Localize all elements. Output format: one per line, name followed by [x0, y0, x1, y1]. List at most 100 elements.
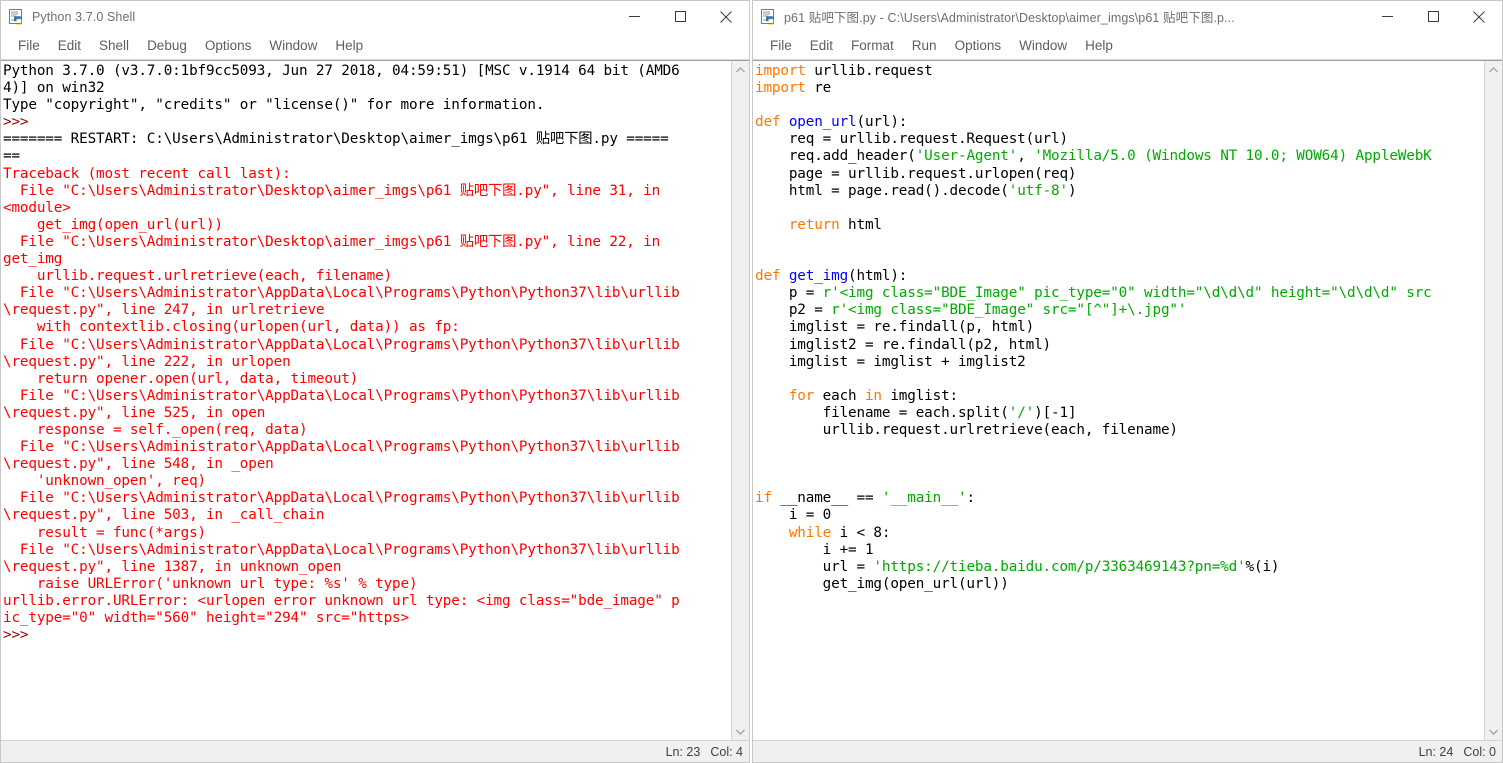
close-icon[interactable] [1456, 1, 1502, 32]
code-token: 'Mozilla/5.0 (Windows NT 10.0; WOW64) Ap… [1034, 148, 1432, 165]
code-token: html [839, 216, 882, 233]
editor-code-line [755, 371, 1484, 388]
shell-text-run: \request.py", line 222, in urlopen [3, 353, 291, 370]
editor-code-line: for each in imglist: [755, 388, 1484, 405]
shell-output-line: ic_type="0" width="560" height="294" src… [3, 610, 731, 627]
shell-text-run: result = func(*args) [3, 524, 206, 541]
shell-text-run: get_img [3, 251, 63, 268]
editor-code-line: return html [755, 217, 1484, 234]
shell-col-indicator: Col: 4 [710, 744, 743, 759]
close-icon[interactable] [703, 1, 749, 32]
shell-text-run: == [3, 148, 20, 165]
scroll-track[interactable] [1485, 78, 1502, 723]
editor-code-line: imglist = re.findall(p, html) [755, 319, 1484, 336]
shell-output-line: \request.py", line 503, in _call_chain [3, 507, 731, 524]
shell-output-line: return opener.open(url, data, timeout) [3, 371, 731, 388]
shell-vertical-scrollbar[interactable] [731, 61, 749, 740]
scroll-thumb[interactable] [732, 78, 749, 723]
maximize-icon[interactable] [1410, 1, 1456, 32]
menu-window[interactable]: Window [260, 36, 326, 56]
menu-format[interactable]: Format [842, 36, 903, 56]
scroll-up-icon[interactable] [732, 61, 749, 78]
shell-window-title: Python 3.7.0 Shell [32, 9, 136, 24]
editor-code-line: def get_img(html): [755, 268, 1484, 285]
editor-vertical-scrollbar[interactable] [1484, 61, 1502, 740]
menu-run[interactable]: Run [903, 36, 946, 56]
editor-code-line: get_img(open_url(url)) [755, 576, 1484, 593]
menu-window[interactable]: Window [1010, 36, 1076, 56]
python-idle-icon [9, 8, 25, 25]
menu-debug[interactable]: Debug [138, 36, 196, 56]
python-shell-window[interactable]: Python 3.7.0 Shell File Edit Shell Debug… [0, 0, 750, 763]
editor-code-line: html = page.read().decode('utf-8') [755, 183, 1484, 200]
code-token: while [788, 524, 832, 541]
editor-code-line [755, 473, 1484, 490]
menu-shell[interactable]: Shell [90, 36, 138, 56]
scroll-up-icon[interactable] [1485, 61, 1502, 78]
code-token: 'User-Agent' [915, 148, 1018, 165]
menu-file[interactable]: File [761, 36, 801, 56]
shell-output-line: File "C:\Users\Administrator\AppData\Loc… [3, 542, 731, 559]
editor-code-line: url = 'https://tieba.baidu.com/p/3363469… [755, 559, 1484, 576]
code-token: ) [1067, 182, 1077, 199]
code-token: imglist = imglist + imglist2 [755, 353, 1026, 370]
code-token: (url): [856, 114, 908, 131]
code-token: '/' [1008, 404, 1035, 421]
editor-statusbar: Ln: 24 Col: 0 [753, 740, 1502, 762]
code-token: p = [755, 285, 823, 302]
menu-file[interactable]: File [9, 36, 49, 56]
editor-code-line: while i < 8: [755, 525, 1484, 542]
shell-titlebar[interactable]: Python 3.7.0 Shell [1, 1, 749, 33]
shell-output-area[interactable]: Python 3.7.0 (v3.7.0:1bf9cc5093, Jun 27 … [1, 61, 731, 740]
code-token: url = [755, 558, 874, 575]
scroll-down-icon[interactable] [732, 723, 749, 740]
code-token: imglist2 = re.findall(p2, html) [755, 336, 1052, 353]
editor-code-line: imglist = imglist + imglist2 [755, 354, 1484, 371]
shell-output-line: File "C:\Users\Administrator\AppData\Loc… [3, 337, 731, 354]
shell-text-run: return opener.open(url, data, timeout) [3, 370, 359, 387]
scroll-thumb[interactable] [1485, 78, 1502, 723]
shell-text-run: 4)] on win32 [3, 80, 105, 97]
editor-code-area[interactable]: import urllib.request import re def open_u… [753, 61, 1484, 740]
code-token: open_url [788, 114, 857, 131]
menu-help[interactable]: Help [1076, 36, 1122, 56]
python-idle-icon [761, 8, 777, 25]
scroll-down-icon[interactable] [1485, 723, 1502, 740]
shell-text-run: \request.py", line 503, in _call_chain [3, 507, 325, 524]
editor-code-line: filename = each.split('/')[-1] [755, 405, 1484, 422]
menu-edit[interactable]: Edit [801, 36, 842, 56]
editor-menubar[interactable]: File Edit Format Run Options Window Help [753, 33, 1502, 60]
shell-text-run: File "C:\Users\Administrator\Desktop\aim… [3, 182, 661, 199]
shell-statusbar: Ln: 23 Col: 4 [1, 740, 749, 762]
shell-text-run: <module> [3, 199, 71, 216]
editor-titlebar[interactable]: p61 贴吧下图.py - C:\Users\Administrator\Des… [753, 1, 1502, 33]
shell-text-run: File "C:\Users\Administrator\AppData\Loc… [3, 336, 680, 353]
minimize-icon[interactable] [611, 1, 657, 32]
python-editor-window[interactable]: p61 贴吧下图.py - C:\Users\Administrator\Des… [752, 0, 1503, 763]
menu-options[interactable]: Options [196, 36, 261, 56]
shell-text-run: File "C:\Users\Administrator\AppData\Loc… [3, 439, 680, 456]
minimize-icon[interactable] [1364, 1, 1410, 32]
shell-menubar[interactable]: File Edit Shell Debug Options Window Hel… [1, 33, 749, 60]
desktop: Python 3.7.0 Shell File Edit Shell Debug… [0, 0, 1503, 763]
menu-help[interactable]: Help [326, 36, 372, 56]
shell-window-controls [611, 1, 749, 32]
maximize-icon[interactable] [657, 1, 703, 32]
menu-options[interactable]: Options [946, 36, 1011, 56]
shell-output-line: ======= RESTART: C:\Users\Administrator\… [3, 131, 731, 148]
editor-code-line: import re [755, 80, 1484, 97]
scroll-track[interactable] [732, 78, 749, 723]
editor-code-line: i = 0 [755, 507, 1484, 524]
menu-edit[interactable]: Edit [49, 36, 90, 56]
shell-output-line: \request.py", line 525, in open [3, 405, 731, 422]
code-token: html = page.read().decode( [755, 182, 1009, 199]
shell-text-run: >>> [3, 627, 29, 644]
shell-text-run: \request.py", line 525, in open [3, 404, 266, 421]
code-token: import [755, 80, 806, 97]
code-token: get_img(open_url(url)) [755, 575, 1009, 592]
code-token: __name__ == [771, 490, 882, 507]
shell-output-line: \request.py", line 548, in _open [3, 456, 731, 473]
shell-output-line: 'unknown_open', req) [3, 473, 731, 490]
shell-text-run: >>> [3, 114, 29, 131]
